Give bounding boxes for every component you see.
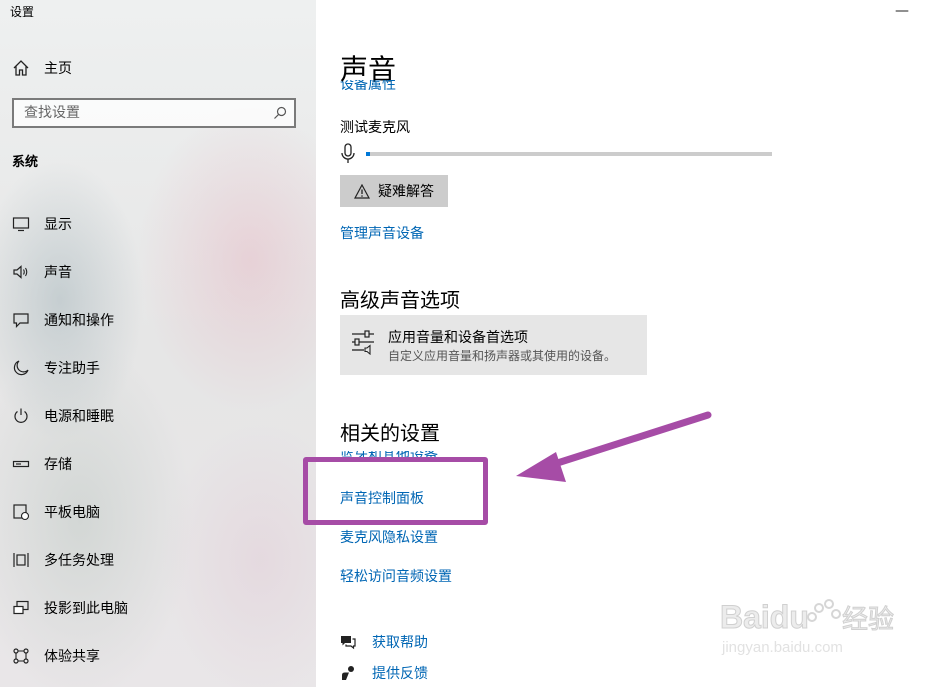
troubleshoot-label: 疑难解答 bbox=[378, 184, 434, 200]
sidebar: 设置 主页 系统 显示 声音 通知和操作 专注助手 bbox=[0, 0, 316, 687]
sidebar-item-label: 多任务处理 bbox=[44, 553, 114, 569]
sidebar-item-project[interactable]: 投影到此电脑 bbox=[0, 584, 316, 632]
warning-icon bbox=[354, 183, 370, 199]
app-volume-title: 应用音量和设备首选项 bbox=[388, 330, 528, 346]
storage-icon bbox=[12, 455, 30, 473]
svg-text:经验: 经验 bbox=[842, 605, 894, 635]
power-icon bbox=[12, 407, 30, 425]
baidu-watermark-logo: Baidu 经验 jingyan.baidu.com bbox=[720, 599, 895, 657]
mic-test-row bbox=[340, 143, 772, 165]
mixer-icon bbox=[352, 330, 374, 355]
help-chat-icon bbox=[341, 636, 356, 650]
sidebar-item-focus-assist[interactable]: 专注助手 bbox=[0, 344, 316, 392]
search-input[interactable] bbox=[14, 104, 266, 122]
device-properties-link[interactable]: 设备属性 bbox=[340, 80, 396, 90]
multitask-icon bbox=[12, 551, 30, 569]
minimize-button[interactable]: — bbox=[895, 3, 909, 19]
tablet-icon bbox=[12, 503, 30, 521]
feedback-link[interactable]: 提供反馈 bbox=[340, 663, 428, 683]
display-icon bbox=[12, 215, 30, 233]
moon-icon bbox=[12, 359, 30, 377]
section-title: 系统 bbox=[12, 155, 39, 170]
microphone-icon bbox=[341, 143, 355, 163]
related-settings-heading: 相关的设置 bbox=[340, 421, 440, 445]
microphone-privacy-link[interactable]: 麦克风隐私设置 bbox=[340, 527, 438, 547]
advanced-sound-heading: 高级声音选项 bbox=[340, 288, 460, 312]
get-help-link[interactable]: 获取帮助 bbox=[340, 632, 428, 652]
project-icon bbox=[12, 599, 30, 617]
sidebar-item-tablet[interactable]: 平板电脑 bbox=[0, 488, 316, 536]
sidebar-item-label: 声音 bbox=[44, 265, 72, 281]
sidebar-item-shared-experiences[interactable]: 体验共享 bbox=[0, 632, 316, 680]
sidebar-item-label: 显示 bbox=[44, 217, 72, 233]
sidebar-item-sound[interactable]: 声音 bbox=[0, 248, 316, 296]
ease-of-access-audio-link[interactable]: 轻松访问音频设置 bbox=[340, 566, 452, 586]
highlight-box bbox=[303, 457, 488, 525]
home-icon bbox=[13, 60, 29, 76]
sidebar-item-storage[interactable]: 存储 bbox=[0, 440, 316, 488]
manage-sound-devices-link[interactable]: 管理声音设备 bbox=[340, 223, 424, 243]
mic-test-label: 测试麦克风 bbox=[340, 120, 410, 136]
sidebar-item-label: 平板电脑 bbox=[44, 505, 100, 521]
speaker-icon bbox=[12, 263, 30, 281]
sidebar-item-notifications[interactable]: 通知和操作 bbox=[0, 296, 316, 344]
feedback-icon bbox=[342, 666, 354, 680]
troubleshoot-button[interactable]: 疑难解答 bbox=[340, 175, 448, 207]
home-nav-item[interactable]: 主页 bbox=[12, 58, 72, 78]
notification-icon bbox=[12, 311, 30, 329]
share-icon bbox=[12, 647, 30, 665]
sidebar-item-label: 投影到此电脑 bbox=[44, 601, 128, 617]
app-title: 设置 bbox=[10, 5, 35, 19]
sidebar-nav: 显示 声音 通知和操作 专注助手 电源和睡眠 存储 平板电脑 多任务处理 投影到… bbox=[0, 200, 316, 680]
sidebar-item-label: 通知和操作 bbox=[44, 313, 114, 329]
sidebar-item-power[interactable]: 电源和睡眠 bbox=[0, 392, 316, 440]
home-label: 主页 bbox=[44, 61, 72, 77]
feedback-label: 提供反馈 bbox=[372, 666, 428, 682]
sidebar-item-label: 电源和睡眠 bbox=[44, 409, 114, 425]
get-help-label: 获取帮助 bbox=[372, 635, 428, 651]
app-volume-desc: 自定义应用音量和扬声器或其使用的设备。 bbox=[388, 349, 617, 363]
sidebar-item-multitasking[interactable]: 多任务处理 bbox=[0, 536, 316, 584]
main-content: — 声音 设备属性 测试麦克风 疑难解答 管理声音设备 高级声音选项 应用音量和… bbox=[316, 0, 939, 687]
search-box[interactable] bbox=[12, 98, 296, 128]
app-volume-tile[interactable]: 应用音量和设备首选项 自定义应用音量和扬声器或其使用的设备。 bbox=[340, 315, 647, 375]
sidebar-item-label: 专注助手 bbox=[44, 361, 100, 377]
search-icon[interactable] bbox=[266, 106, 294, 120]
mic-level-fill bbox=[366, 152, 371, 156]
sidebar-item-label: 存储 bbox=[44, 457, 72, 473]
svg-text:Baidu: Baidu bbox=[720, 599, 809, 635]
mic-level-meter bbox=[366, 152, 772, 156]
sidebar-item-label: 体验共享 bbox=[44, 649, 100, 665]
svg-text:jingyan.baidu.com: jingyan.baidu.com bbox=[721, 639, 843, 656]
sidebar-item-display[interactable]: 显示 bbox=[0, 200, 316, 248]
